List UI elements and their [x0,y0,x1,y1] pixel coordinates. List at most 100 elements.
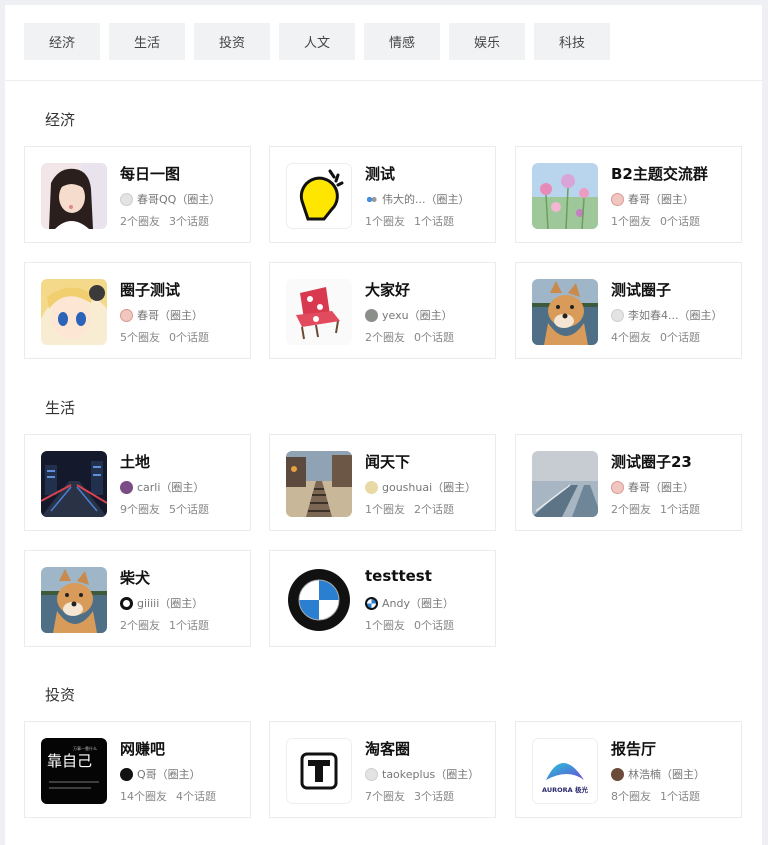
tab-entertainment[interactable]: 娱乐 [449,23,525,60]
circle-thumbnail[interactable]: 靠自己 万事一靠什么 [41,738,107,804]
owner-name: Q哥 [137,768,157,781]
circle-card[interactable]: 大家好 yexu （圈主） 2个圈友 0个话题 [269,262,496,359]
circle-owner[interactable]: 伟大的... （圈主） [365,191,470,207]
owner-avatar [611,192,624,206]
topic-count: 1个话题 [660,503,700,516]
member-count: 2个圈友 [120,215,160,228]
circle-owner[interactable]: 春哥 （圈主） [120,307,203,323]
svg-text:AURORA 极光: AURORA 极光 [542,785,588,794]
circle-name[interactable]: 测试 [365,163,395,184]
member-count: 2个圈友 [611,503,651,516]
topic-count: 0个话题 [169,331,209,344]
circle-thumbnail[interactable] [286,163,352,229]
circle-owner[interactable]: 春哥QQ （圈主） [120,191,220,207]
circle-name[interactable]: 测试圈子23 [611,451,692,472]
circle-owner[interactable]: 林浩楠 （圈主） [611,766,705,782]
tab-economy[interactable]: 经济 [24,23,100,60]
owner-role: （圈主） [661,768,705,781]
circle-card[interactable]: 柴犬 giiiii （圈主） 2个圈友 1个话题 [24,550,251,647]
circle-thumbnail[interactable] [286,451,352,517]
circle-name[interactable]: 网赚吧 [120,738,165,759]
circle-name[interactable]: 闻天下 [365,451,410,472]
circle-owner[interactable]: taokeplus （圈主） [365,766,479,782]
circle-stats: 4个圈友 0个话题 [611,329,700,345]
circle-stats: 9个圈友 5个话题 [120,501,209,517]
circle-owner[interactable]: 春哥 （圈主） [611,479,694,495]
circle-card[interactable]: B2主题交流群 春哥 （圈主） 1个圈友 0个话题 [515,146,742,243]
circle-owner[interactable]: Andy （圈主） [365,595,454,611]
circle-owner[interactable]: 李如春4... （圈主） [611,307,723,323]
tab-humanities[interactable]: 人文 [279,23,355,60]
tab-life[interactable]: 生活 [109,23,185,60]
circle-name[interactable]: testtest [365,567,432,585]
circle-thumbnail[interactable] [532,163,598,229]
circle-stats: 2个圈友 3个话题 [120,213,209,229]
circle-name[interactable]: 报告厅 [611,738,656,759]
circle-name[interactable]: 测试圈子 [611,279,671,300]
owner-name: taokeplus [382,767,436,781]
topic-count: 3个话题 [414,790,454,803]
member-count: 4个圈友 [611,331,651,344]
circle-card[interactable]: 靠自己 万事一靠什么 网赚吧 Q哥 （圈主） 14个圈友 4个话题 [24,721,251,818]
owner-avatar [120,480,133,494]
circle-owner[interactable]: yexu （圈主） [365,307,453,323]
circle-card[interactable]: 每日一图 春哥QQ （圈主） 2个圈友 3个话题 [24,146,251,243]
topic-count: 0个话题 [660,215,700,228]
tab-emotion[interactable]: 情感 [364,23,440,60]
topic-count: 0个话题 [414,619,454,632]
circle-card[interactable]: testtest Andy （圈主） 1个圈友 0个话题 [269,550,496,647]
tab-technology[interactable]: 科技 [534,23,610,60]
circle-thumbnail[interactable] [41,279,107,345]
circle-name[interactable]: B2主题交流群 [611,163,708,184]
circle-thumbnail[interactable]: AURORA 极光 [532,738,598,804]
tab-investment[interactable]: 投资 [194,23,270,60]
owner-role: （圈主） [408,309,453,322]
circle-name[interactable]: 淘客圈 [365,738,410,759]
member-count: 2个圈友 [365,331,405,344]
circle-name[interactable]: 土地 [120,451,150,472]
circle-card[interactable]: 测试圈子 李如春4... （圈主） 4个圈友 0个话题 [515,262,742,359]
circle-owner[interactable]: carli （圈主） [120,479,204,495]
owner-name: Andy [382,596,410,610]
owner-role: （圈主） [159,597,204,610]
circle-name[interactable]: 每日一图 [120,163,180,184]
owner-avatar [365,192,378,206]
owner-name: giiiii [137,596,160,610]
topic-count: 5个话题 [169,503,209,516]
circle-thumbnail[interactable] [532,451,598,517]
circle-card[interactable]: 淘客圈 taokeplus （圈主） 7个圈友 3个话题 [269,721,496,818]
circle-card[interactable]: AURORA 极光 报告厅 林浩楠 （圈主） 8个圈友 1个话题 [515,721,742,818]
owner-role: （圈主） [650,481,694,494]
owner-role: （圈主） [425,193,470,206]
section-title: 生活 [45,399,76,417]
circle-card[interactable]: 闻天下 goushuai （圈主） 1个圈友 2个话题 [269,434,496,531]
owner-name: goushuai [382,480,433,494]
circle-owner[interactable]: giiiii （圈主） [120,595,203,611]
member-count: 1个圈友 [611,215,651,228]
circle-thumbnail[interactable] [286,567,352,633]
circle-name[interactable]: 圈子测试 [120,279,180,300]
topic-count: 2个话题 [414,503,454,516]
owner-avatar [120,596,133,610]
circle-stats: 1个圈友 1个话题 [365,213,454,229]
circle-card[interactable]: 测试圈子23 春哥 （圈主） 2个圈友 1个话题 [515,434,742,531]
circle-stats: 1个圈友 2个话题 [365,501,454,517]
circle-card[interactable]: 测试 伟大的... （圈主） 1个圈友 1个话题 [269,146,496,243]
circle-thumbnail[interactable] [286,279,352,345]
circle-owner[interactable]: goushuai （圈主） [365,479,476,495]
circle-name[interactable]: 柴犬 [120,567,150,588]
circle-stats: 2个圈友 1个话题 [120,617,209,633]
circle-thumbnail[interactable] [41,567,107,633]
circle-thumbnail[interactable] [41,163,107,229]
circle-card[interactable]: 土地 carli （圈主） 9个圈友 5个话题 [24,434,251,531]
owner-name: 伟大的... [382,193,426,206]
circle-name[interactable]: 大家好 [365,279,410,300]
circle-thumbnail[interactable] [532,279,598,345]
member-count: 7个圈友 [365,790,405,803]
circle-thumbnail[interactable] [286,738,352,804]
circle-card[interactable]: 圈子测试 春哥 （圈主） 5个圈友 0个话题 [24,262,251,359]
circle-owner[interactable]: 春哥 （圈主） [611,191,694,207]
circle-owner[interactable]: Q哥 （圈主） [120,766,201,782]
topic-count: 1个话题 [660,790,700,803]
circle-thumbnail[interactable] [41,451,107,517]
